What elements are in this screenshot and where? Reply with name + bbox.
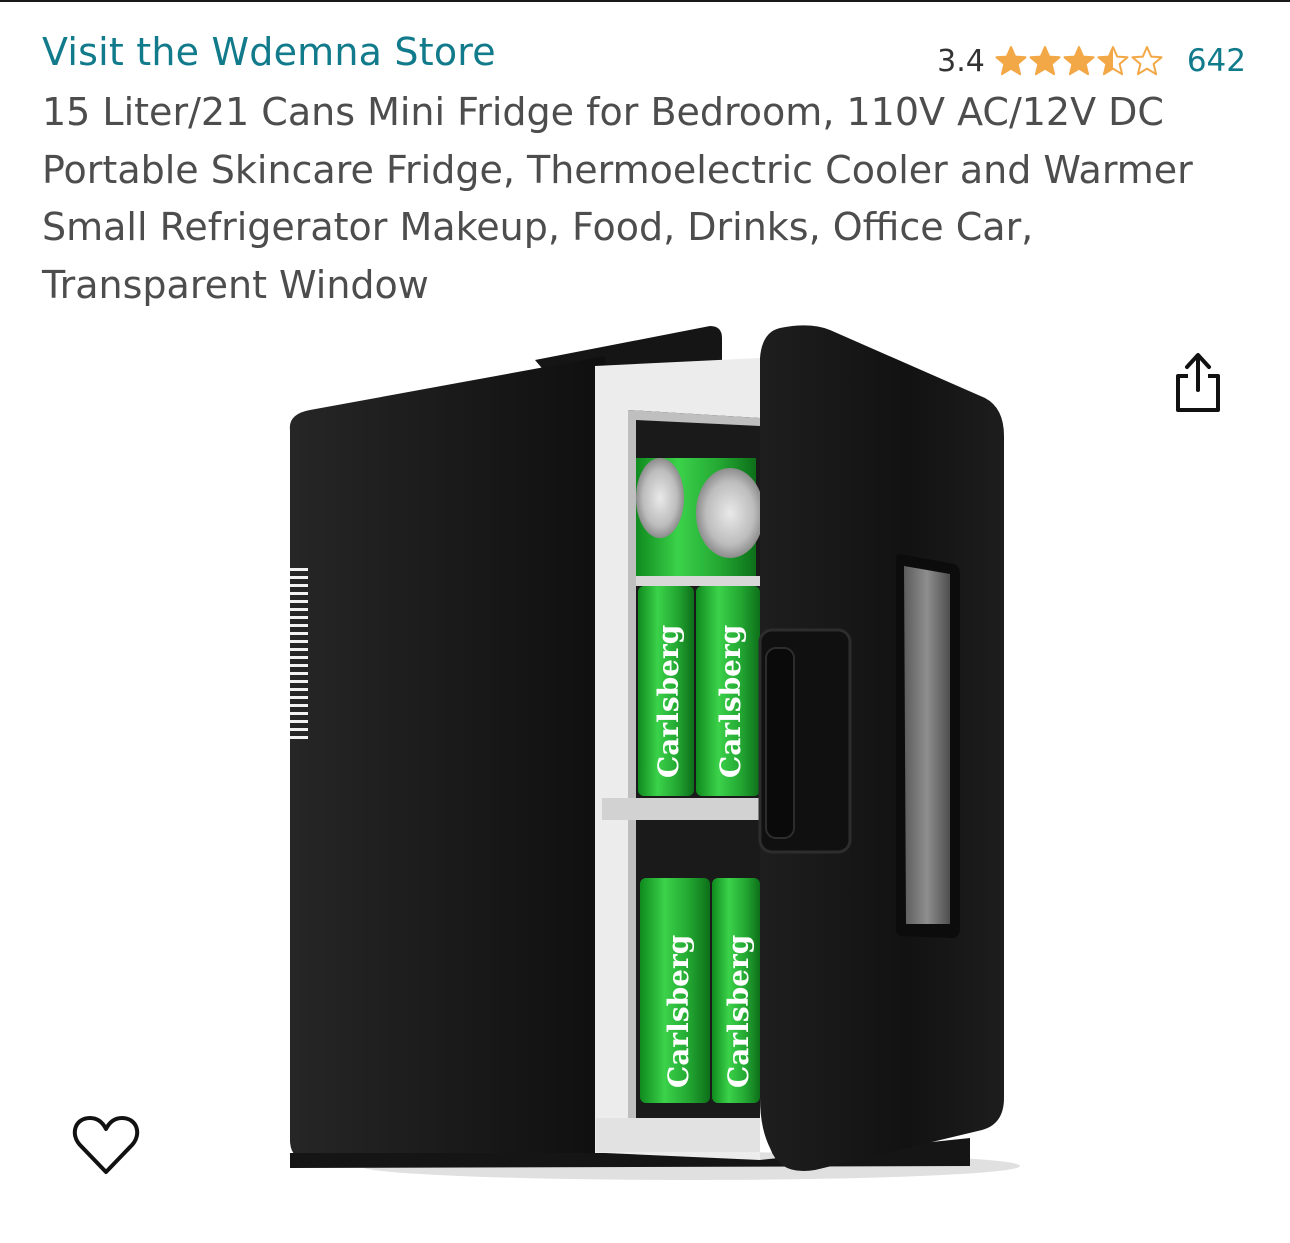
visit-store-link[interactable]: Visit the Wdemna Store [42,30,496,74]
rating-count-link[interactable]: 642 [1187,43,1246,79]
product-title: 15 Liter/21 Cans Mini Fridge for Bedroom… [42,90,1193,307]
can-label-1: Carlsberg [652,625,685,778]
top-divider [0,0,1290,2]
can-label-4: Carlsberg [722,935,755,1088]
star-empty-icon [1131,46,1163,76]
star-full-icon [1063,46,1095,76]
rating-value: 3.4 [937,43,985,79]
wishlist-button[interactable] [72,1112,140,1178]
rating-summary[interactable]: 3.4 642 [937,40,1246,82]
can-label-2: Carlsberg [714,625,747,778]
share-icon [1176,353,1220,412]
product-image[interactable]: Carlsberg Carlsberg Carlsberg Carlsberg [270,318,1030,1198]
star-full-icon [1029,46,1061,76]
share-button[interactable] [1168,350,1228,416]
star-full-icon [995,46,1027,76]
can-label-3: Carlsberg [662,935,695,1088]
star-half-icon [1097,46,1129,76]
heart-icon [72,1116,140,1174]
star-rating[interactable] [995,45,1165,77]
mini-fridge-illustration: Carlsberg Carlsberg Carlsberg Carlsberg [289,325,1020,1180]
